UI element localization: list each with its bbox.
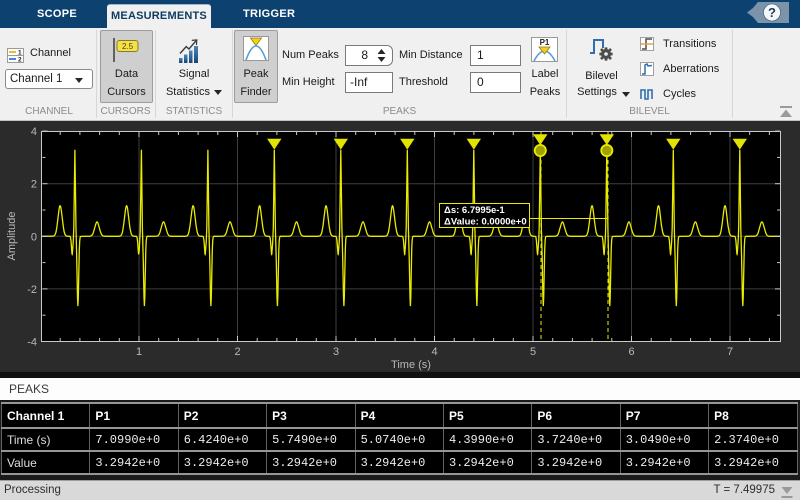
svg-text:4: 4 [431,346,437,358]
svg-text:ΔValue: 0.0000e+0: ΔValue: 0.0000e+0 [444,217,527,228]
svg-text:1: 1 [18,50,22,57]
svg-text:7: 7 [727,346,733,358]
svg-text:Δs: 6.7995e-1: Δs: 6.7995e-1 [444,205,505,216]
svg-text:4: 4 [31,126,37,138]
svg-text:Time (s): Time (s) [391,359,431,371]
svg-text:2: 2 [234,346,240,358]
svg-text:6: 6 [628,346,634,358]
svg-text:3: 3 [333,346,339,358]
svg-text:5: 5 [530,346,536,358]
svg-text:P1: P1 [540,38,550,47]
svg-text:2: 2 [31,179,37,191]
svg-text:1: 1 [136,346,142,358]
svg-text:2: 2 [18,57,22,64]
svg-text:?: ? [768,5,776,20]
svg-text:-4: -4 [27,337,37,349]
svg-text:Amplitude: Amplitude [6,212,18,261]
svg-text:0: 0 [31,231,37,243]
svg-text:-2: -2 [27,284,37,296]
svg-text:2.5: 2.5 [122,42,134,51]
